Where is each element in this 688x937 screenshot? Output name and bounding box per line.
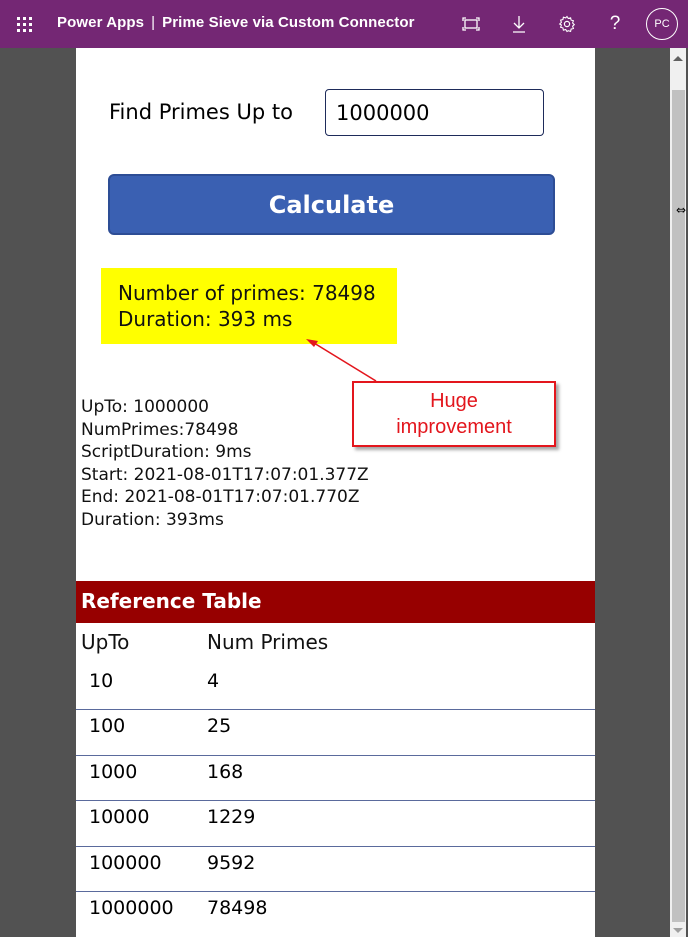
column-header-upto: UpTo	[81, 630, 130, 654]
fit-to-window-icon[interactable]	[459, 12, 483, 36]
annotation-callout: Huge improvement	[352, 381, 556, 447]
detail-num-primes: NumPrimes:78498	[81, 419, 239, 440]
gear-icon[interactable]	[555, 12, 579, 36]
scroll-down-arrow-icon[interactable]	[670, 923, 686, 937]
top-bar: Power Apps | Prime Sieve via Custom Connec…	[0, 0, 688, 48]
column-header-num-primes: Num Primes	[207, 630, 329, 654]
upto-input[interactable]	[325, 89, 544, 136]
cell-num-primes: 1229	[207, 806, 256, 829]
table-row[interactable]: 10 4	[76, 665, 595, 711]
detail-start: Start: 2021-08-01T17:07:01.377Z	[81, 464, 369, 485]
scroll-up-arrow-icon[interactable]	[670, 48, 686, 88]
detail-script-duration: ScriptDuration: 9ms	[81, 442, 252, 463]
reference-table-rows: 10 4 100 25 1000 168 10000 1229 100000 9…	[76, 665, 595, 937]
cell-upto: 1000000	[89, 896, 174, 919]
cell-num-primes: 9592	[207, 851, 256, 874]
details-text: UpTo: 1000000 NumPrimes:78498 ScriptDura…	[81, 396, 369, 532]
cell-num-primes: 78498	[207, 896, 268, 919]
help-icon[interactable]: ?	[603, 12, 627, 36]
table-row[interactable]: 100000 9592	[76, 847, 595, 892]
annotation-line-2: improvement	[396, 416, 512, 438]
app-canvas: Find Primes Up to Calculate Number of pr…	[76, 48, 595, 937]
app-name: Power Apps	[57, 14, 145, 31]
cell-upto: 100	[89, 715, 126, 738]
result-summary: Number of primes: 78498 Duration: 393 ms	[101, 268, 397, 344]
cell-num-primes: 168	[207, 760, 244, 783]
cell-upto: 10000	[89, 806, 150, 829]
table-row[interactable]: 1000 168	[76, 756, 595, 802]
cell-upto: 100000	[89, 851, 162, 874]
title-separator: |	[151, 14, 156, 31]
cell-num-primes: 25	[207, 715, 232, 738]
annotation-line-1: Huge	[430, 390, 478, 412]
table-row[interactable]: 100 25	[76, 710, 595, 756]
detail-duration: Duration: 393ms	[81, 509, 224, 530]
cell-upto: 1000	[89, 760, 138, 783]
app-document-title: Prime Sieve via Custom Connector	[162, 14, 415, 31]
waffle-icon[interactable]	[17, 17, 33, 32]
download-icon[interactable]	[507, 12, 531, 36]
reference-table-title: Reference Table	[76, 581, 595, 623]
detail-end: End: 2021-08-01T17:07:01.770Z	[81, 487, 360, 508]
cell-upto: 10	[89, 670, 114, 692]
detail-upto: UpTo: 1000000	[81, 397, 209, 417]
table-row[interactable]: 10000 1229	[76, 801, 595, 847]
calculate-button[interactable]: Calculate	[108, 174, 555, 235]
resize-cursor-icon: ⇔	[676, 203, 687, 217]
num-primes-result: Number of primes: 78498	[118, 281, 376, 305]
duration-result: Duration: 393 ms	[118, 307, 293, 331]
app-title: Power Apps | Prime Sieve via Custom Connec…	[57, 14, 415, 31]
avatar[interactable]: PC	[646, 8, 678, 40]
vertical-scrollbar[interactable]	[670, 48, 686, 937]
table-row[interactable]: 1000000 78498	[76, 892, 595, 937]
cell-num-primes: 4	[207, 670, 220, 692]
find-primes-label: Find Primes Up to	[109, 100, 293, 124]
